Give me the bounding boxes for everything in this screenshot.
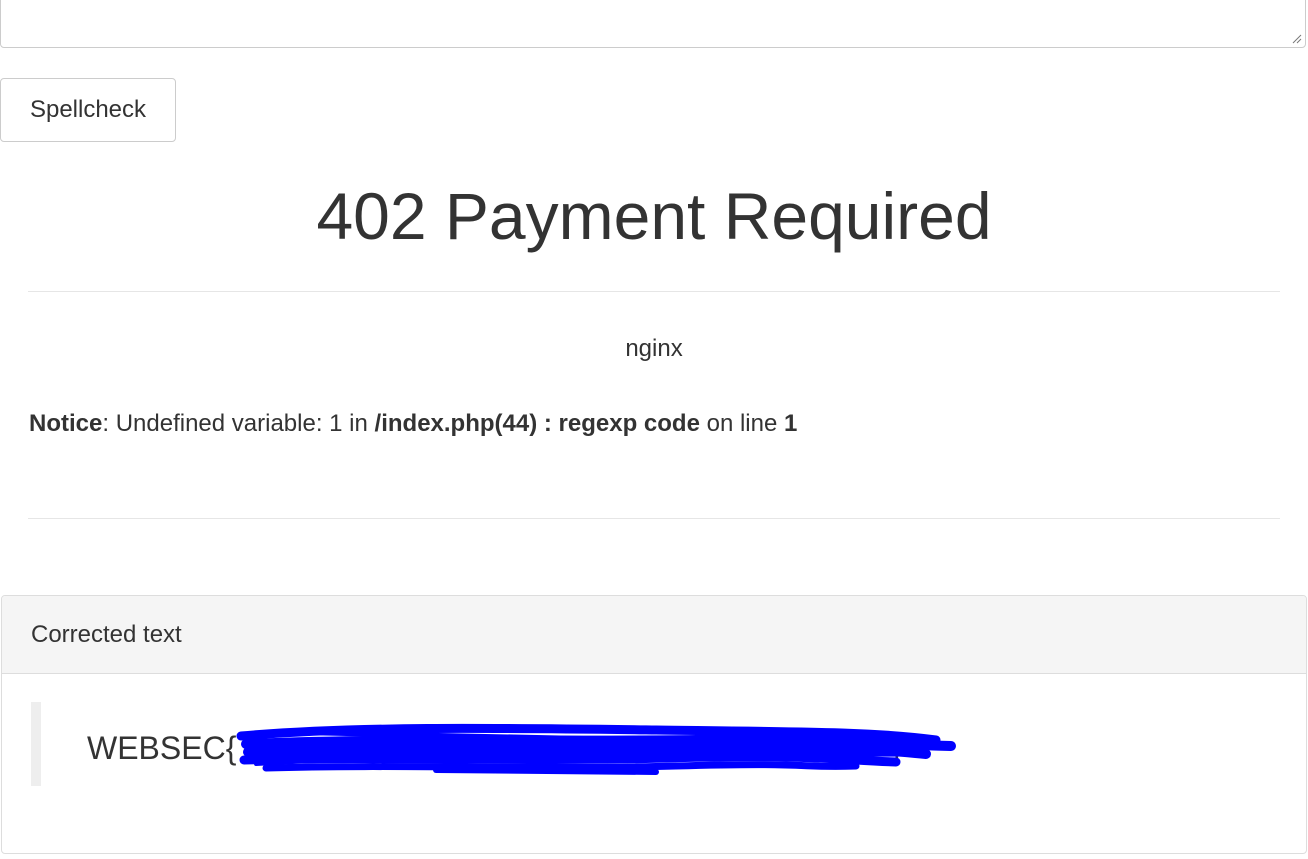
panel-heading: Corrected text [2,596,1306,674]
server-name: nginx [625,335,683,362]
divider [28,518,1280,519]
panel-title: Corrected text [31,621,182,648]
php-notice: Notice: Undefined variable: 1 in /index.… [29,409,797,439]
redaction-scribble [236,723,956,775]
resize-grip-icon[interactable] [1290,32,1302,44]
notice-line-number: 1 [784,410,798,437]
corrected-text-blockquote: WEBSEC{} [31,702,1271,786]
flag-prefix: WEBSEC{ [87,730,237,766]
corrected-text-panel: Corrected text WEBSEC{} [1,595,1307,854]
notice-label: Notice [29,410,103,437]
divider [28,291,1280,292]
text-input[interactable] [1,0,1305,47]
error-title: 402 Payment Required [316,179,992,253]
text-input-area[interactable] [0,0,1306,48]
spellcheck-button[interactable]: Spellcheck [0,78,176,142]
notice-message: : Undefined variable: 1 in [102,410,375,437]
notice-file: /index.php(44) : regexp code [374,410,700,437]
notice-on-line: on line [699,410,784,437]
page: Spellcheck 402 Payment Required nginx No… [0,0,1308,859]
